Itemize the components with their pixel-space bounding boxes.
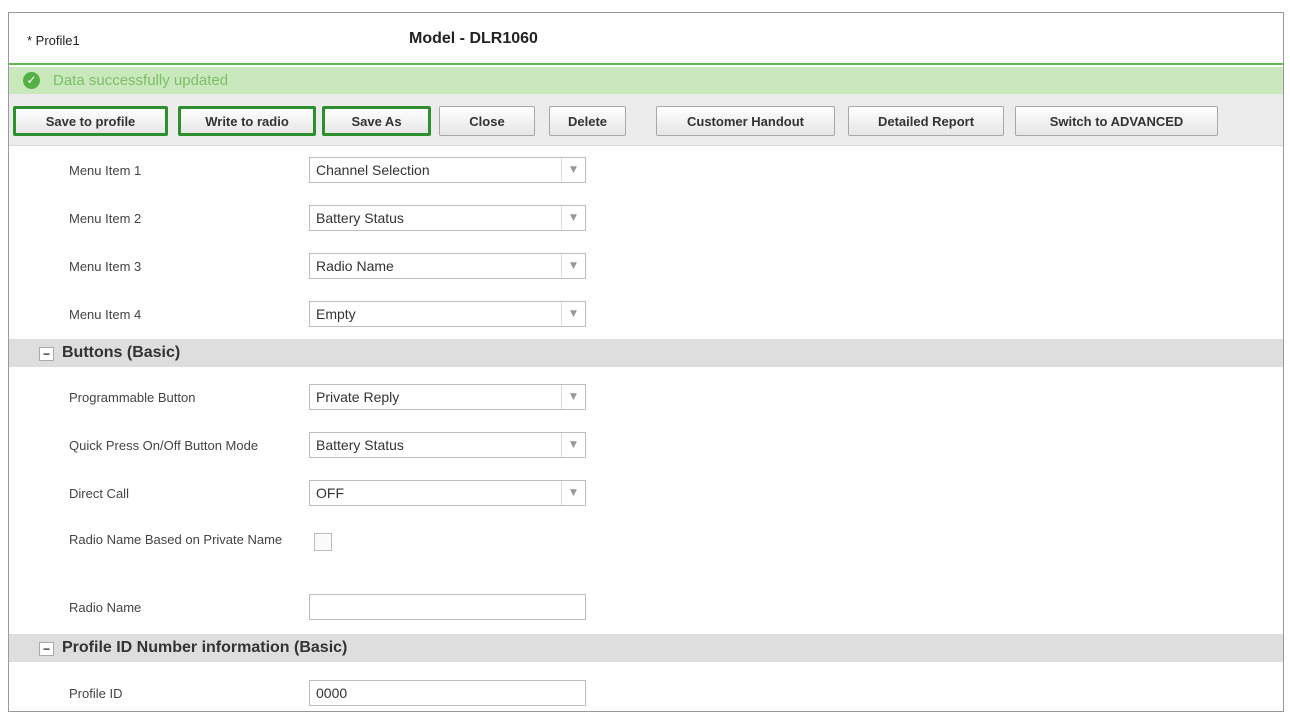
radio-name-input[interactable]	[309, 594, 586, 620]
menu-item-4-select[interactable]: Empty ▼	[309, 301, 586, 327]
profile-id-section-header[interactable]: − Profile ID Number information (Basic)	[9, 634, 1283, 662]
check-circle-icon: ✓	[23, 72, 40, 89]
collapse-icon[interactable]: −	[39, 347, 54, 361]
chevron-down-icon: ▼	[561, 254, 585, 278]
buttons-section-title: Buttons (Basic)	[62, 344, 181, 361]
save-as-button[interactable]: Save As	[322, 106, 431, 136]
menu-item-1-select[interactable]: Channel Selection ▼	[309, 157, 586, 183]
chevron-down-icon: ▼	[561, 481, 585, 505]
radio-name-private-label: Radio Name Based on Private Name	[69, 532, 283, 547]
profile-id-value: 0000	[316, 685, 348, 701]
status-message: Data successfully updated	[53, 72, 229, 89]
menu-item-2-value: Battery Status	[316, 210, 404, 226]
menu-item-1-label: Menu Item 1	[69, 163, 142, 178]
status-banner: ✓ Data successfully updated	[9, 67, 1283, 94]
menu-item-1-value: Channel Selection	[316, 162, 430, 178]
chevron-down-icon: ▼	[561, 385, 585, 409]
detailed-report-button[interactable]: Detailed Report	[848, 106, 1004, 136]
direct-call-label: Direct Call	[69, 486, 129, 501]
switch-to-advanced-button[interactable]: Switch to ADVANCED	[1015, 106, 1218, 136]
profile-editor-window: * Profile1 Model - DLR1060 ✓ Data succes…	[8, 12, 1284, 712]
programmable-button-label: Programmable Button	[69, 390, 196, 405]
title-bar: * Profile1 Model - DLR1060	[9, 13, 1283, 65]
quick-press-label: Quick Press On/Off Button Mode	[69, 438, 259, 453]
chevron-down-icon: ▼	[561, 302, 585, 326]
profile-id-section-title: Profile ID Number information (Basic)	[62, 639, 348, 656]
menu-item-2-label: Menu Item 2	[69, 211, 142, 226]
toolbar: Save to profile Write to radio Save As C…	[9, 94, 1283, 146]
menu-item-4-value: Empty	[316, 306, 356, 322]
model-title: Model - DLR1060	[409, 30, 538, 47]
customer-handout-button[interactable]: Customer Handout	[656, 106, 835, 136]
collapse-icon[interactable]: −	[39, 642, 54, 656]
radio-name-private-checkbox[interactable]	[314, 533, 332, 551]
direct-call-select[interactable]: OFF ▼	[309, 480, 586, 506]
close-button[interactable]: Close	[439, 106, 535, 136]
chevron-down-icon: ▼	[561, 206, 585, 230]
chevron-down-icon: ▼	[561, 433, 585, 457]
chevron-down-icon: ▼	[561, 158, 585, 182]
programmable-button-value: Private Reply	[316, 389, 400, 405]
menu-item-2-select[interactable]: Battery Status ▼	[309, 205, 586, 231]
profile-id-label: Profile ID	[69, 686, 123, 701]
profile-id-input[interactable]: 0000	[309, 680, 586, 706]
quick-press-value: Battery Status	[316, 437, 404, 453]
save-to-profile-button[interactable]: Save to profile	[13, 106, 168, 136]
menu-item-3-value: Radio Name	[316, 258, 394, 274]
radio-name-label: Radio Name	[69, 600, 142, 615]
profile-name: * Profile1	[27, 33, 80, 48]
buttons-section-header[interactable]: − Buttons (Basic)	[9, 339, 1283, 367]
menu-item-3-label: Menu Item 3	[69, 259, 142, 274]
menu-item-4-label: Menu Item 4	[69, 307, 142, 322]
quick-press-select[interactable]: Battery Status ▼	[309, 432, 586, 458]
programmable-button-select[interactable]: Private Reply ▼	[309, 384, 586, 410]
delete-button[interactable]: Delete	[549, 106, 626, 136]
menu-item-3-select[interactable]: Radio Name ▼	[309, 253, 586, 279]
direct-call-value: OFF	[316, 485, 344, 501]
write-to-radio-button[interactable]: Write to radio	[178, 106, 316, 136]
